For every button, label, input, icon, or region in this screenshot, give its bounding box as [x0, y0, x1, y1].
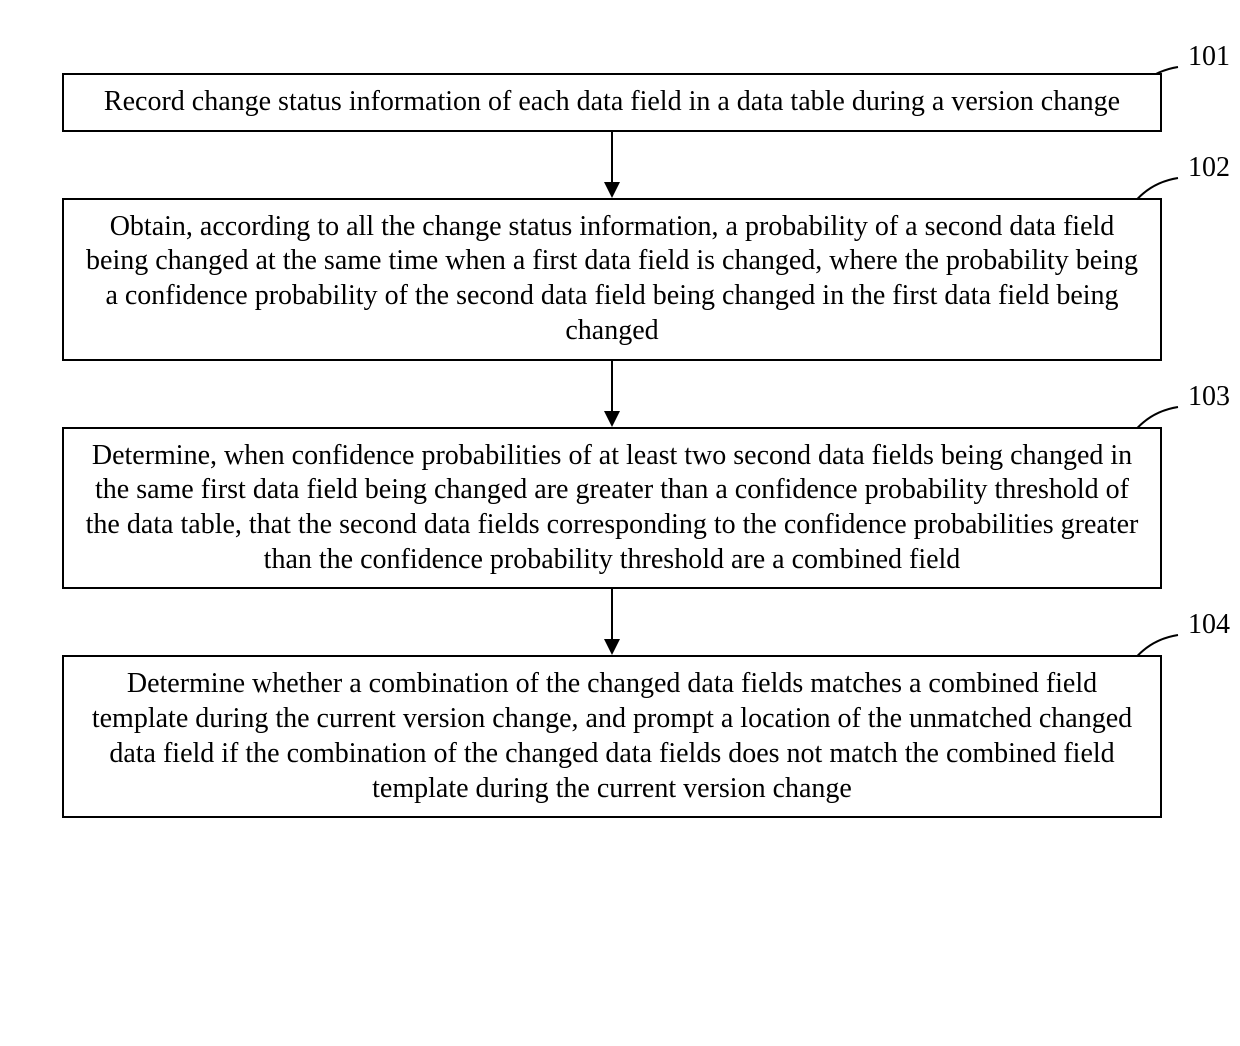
step-text: Obtain, according to all the change stat… — [86, 211, 1138, 346]
arrow-103-104 — [597, 589, 627, 655]
flow-step-102: Obtain, according to all the change stat… — [62, 198, 1162, 361]
step-text: Determine, when confidence probabilities… — [86, 440, 1139, 575]
step-label-101: 101 — [1188, 41, 1230, 73]
flowchart-container: 101 Record change status information of … — [62, 35, 1172, 818]
flow-step-103: Determine, when confidence probabilities… — [62, 427, 1162, 590]
step-label-102: 102 — [1188, 152, 1230, 184]
step-label-103: 103 — [1188, 381, 1230, 413]
flow-step-104: Determine whether a combination of the c… — [62, 655, 1162, 818]
flow-step-101: Record change status information of each… — [62, 73, 1162, 132]
arrow-102-103 — [597, 361, 627, 427]
step-text: Record change status information of each… — [104, 86, 1120, 117]
step-label-104: 104 — [1188, 609, 1230, 641]
step-text: Determine whether a combination of the c… — [92, 668, 1132, 803]
arrow-101-102 — [597, 132, 627, 198]
